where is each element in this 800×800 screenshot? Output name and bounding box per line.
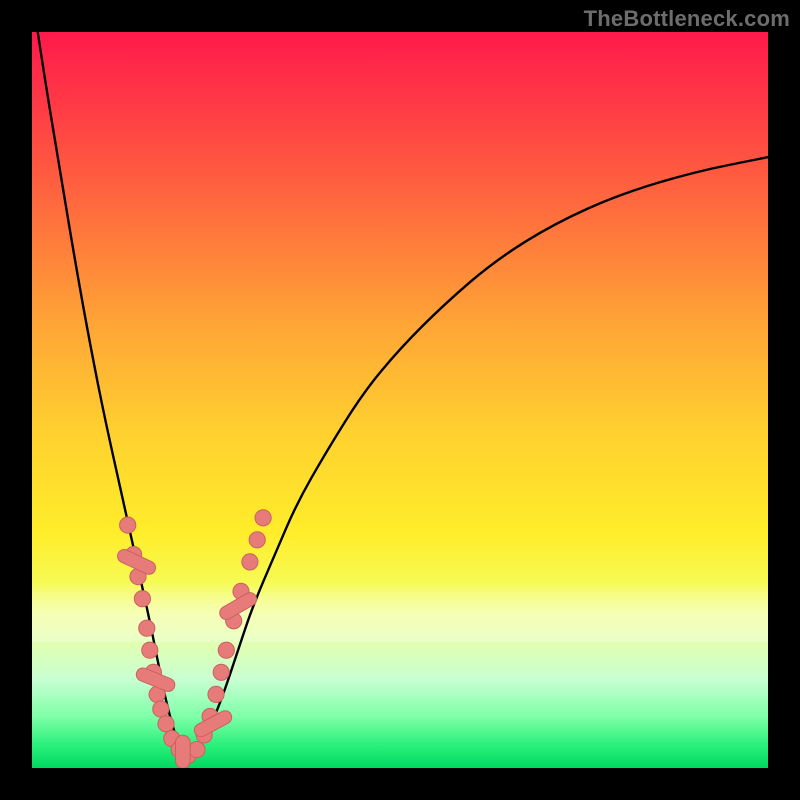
data-marker <box>255 510 271 526</box>
watermark-text: TheBottleneck.com <box>584 6 790 32</box>
data-marker <box>242 554 258 570</box>
data-marker <box>208 686 224 702</box>
marker-cluster <box>115 510 271 768</box>
data-lozenge <box>176 735 191 768</box>
data-marker <box>139 620 155 636</box>
data-marker <box>213 664 229 680</box>
chart-frame: TheBottleneck.com <box>0 0 800 800</box>
data-marker <box>218 642 234 658</box>
data-marker <box>153 701 169 717</box>
data-marker <box>189 742 205 758</box>
curve-layer <box>32 32 768 768</box>
plot-area <box>32 32 768 768</box>
data-marker <box>134 591 150 607</box>
data-marker <box>158 716 174 732</box>
data-marker <box>142 642 158 658</box>
data-marker <box>120 517 136 533</box>
data-marker <box>249 532 265 548</box>
